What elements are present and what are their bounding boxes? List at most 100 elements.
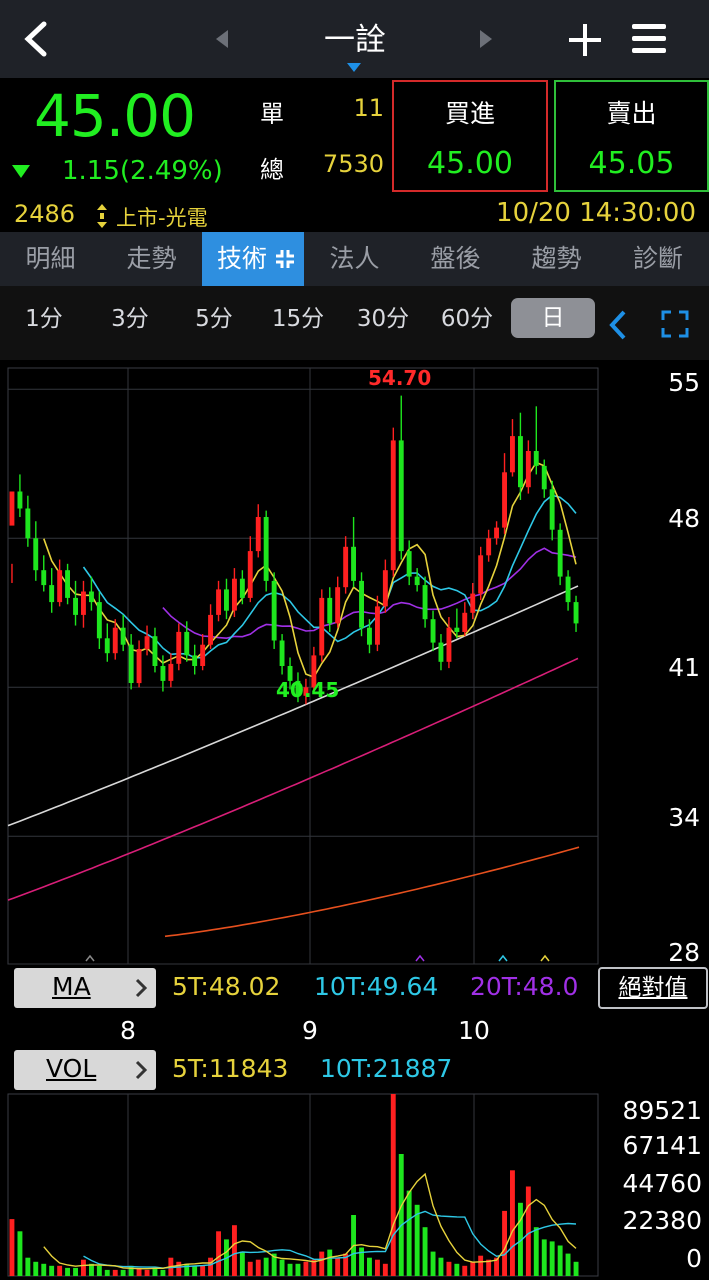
back-icon[interactable] xyxy=(14,16,58,62)
prev-stock-icon[interactable] xyxy=(208,26,234,52)
period-15min[interactable]: 15分 xyxy=(262,286,334,360)
tab-details[interactable]: 明細 xyxy=(0,232,101,286)
candle-body xyxy=(192,655,198,666)
y-tick-41: 41 xyxy=(668,653,700,682)
vol-tick-22380: 22380 xyxy=(622,1206,702,1235)
volume-bar xyxy=(239,1251,245,1276)
candle-body xyxy=(382,570,388,607)
tab-institutional[interactable]: 法人 xyxy=(304,232,405,286)
signal-caret xyxy=(415,954,425,962)
candle-body xyxy=(319,597,325,656)
volume-bar xyxy=(557,1245,563,1276)
candle-body xyxy=(414,576,420,586)
stock-code: 2486 xyxy=(14,200,76,228)
stock-title[interactable]: 一詮 xyxy=(280,14,430,59)
volume-bar xyxy=(319,1251,325,1276)
fullscreen-icon[interactable] xyxy=(661,310,689,338)
next-stock-icon[interactable] xyxy=(474,26,500,52)
ma5-value: 5T:48.02 xyxy=(172,972,281,1001)
candle-body xyxy=(557,529,563,577)
tab-diagnosis[interactable]: 診斷 xyxy=(607,232,709,286)
volume-bar xyxy=(192,1265,198,1276)
x-tick-10: 10 xyxy=(458,1016,490,1045)
period-60min[interactable]: 60分 xyxy=(430,286,504,360)
buy-button[interactable]: 買進 45.00 xyxy=(392,80,548,192)
y-tick-48: 48 xyxy=(668,504,700,533)
candle-body xyxy=(232,578,237,611)
volume-bar xyxy=(104,1269,110,1276)
ma-button[interactable]: MA xyxy=(14,968,156,1008)
volume-bar xyxy=(478,1255,484,1276)
period-30min[interactable]: 30分 xyxy=(346,286,420,360)
tab-after-hours[interactable]: 盤後 xyxy=(405,232,506,286)
period-3min[interactable]: 3分 xyxy=(94,286,166,360)
single-volume-value: 11 xyxy=(353,94,384,122)
volume-bar xyxy=(565,1253,571,1276)
vol-tick-89521: 89521 xyxy=(622,1096,702,1125)
candle-body xyxy=(128,644,134,683)
volume-bar xyxy=(73,1267,78,1276)
candle-body xyxy=(470,593,476,613)
candle-body xyxy=(367,627,372,645)
quote-panel: 45.00 1.15(2.49%) 單 11 總 7530 買進 45.00 賣… xyxy=(0,78,709,232)
vol-button[interactable]: VOL xyxy=(14,1050,156,1090)
period-5min[interactable]: 5分 xyxy=(178,286,250,360)
period-daily[interactable]: 日 xyxy=(511,298,595,338)
period-tabs: 1分 3分 5分 15分 30分 60分 日 xyxy=(0,286,709,360)
volume-bar xyxy=(375,1259,380,1276)
period-1min[interactable]: 1分 xyxy=(10,286,78,360)
volume-bar xyxy=(112,1269,118,1276)
vol-button-label: VOL xyxy=(46,1054,97,1083)
volume-bar xyxy=(216,1231,221,1276)
y-tick-55: 55 xyxy=(668,368,700,397)
candle-body xyxy=(486,538,492,556)
candle-body xyxy=(9,491,15,526)
candle-body xyxy=(160,666,166,681)
candle-body xyxy=(518,436,523,488)
tab-technical[interactable]: 技術 xyxy=(202,232,282,286)
tab-trend[interactable]: 走勢 xyxy=(101,232,202,286)
volume-bar xyxy=(295,1263,301,1276)
add-icon[interactable] xyxy=(565,20,605,60)
candle-body xyxy=(89,591,94,603)
candle-body xyxy=(549,489,555,530)
buy-label: 買進 xyxy=(444,99,495,128)
volume-bar xyxy=(462,1265,468,1276)
candle-body xyxy=(438,642,444,662)
volume-bar xyxy=(120,1269,126,1276)
vol-tick-67141: 67141 xyxy=(622,1131,702,1160)
price-change: 1.15(2.49%) xyxy=(62,156,223,186)
candle-body xyxy=(41,570,47,586)
collapse-icon[interactable] xyxy=(274,248,296,270)
candle-body xyxy=(176,631,182,664)
candle-body xyxy=(33,538,39,571)
tab-tendency[interactable]: 趨勢 xyxy=(506,232,607,286)
menu-icon[interactable] xyxy=(630,20,668,58)
volume-bar xyxy=(25,1257,31,1276)
scroll-left-icon[interactable] xyxy=(606,308,630,342)
absolute-value-button[interactable]: 絕對值 xyxy=(598,967,708,1009)
volume-bar xyxy=(510,1170,515,1276)
low-price-label: 40.45 xyxy=(276,678,340,702)
volume-bar xyxy=(144,1269,150,1276)
high-price-label: 54.70 xyxy=(368,366,432,390)
ma240-line xyxy=(164,846,580,938)
candle-body xyxy=(573,602,579,624)
volume-bar xyxy=(96,1265,102,1276)
candle-body xyxy=(335,587,341,624)
total-volume-label: 總 xyxy=(260,156,284,184)
candle-body xyxy=(49,585,55,603)
candle-body xyxy=(81,591,86,615)
sell-button[interactable]: 賣出 45.05 xyxy=(554,80,709,192)
x-tick-9: 9 xyxy=(302,1016,318,1045)
candle-body xyxy=(327,597,333,624)
technical-chart-area[interactable]: 54.70 40.45 55 48 41 34 28 MA 5T:48.02 1… xyxy=(0,360,709,1280)
candle-body xyxy=(510,436,515,473)
volume-bar xyxy=(446,1261,452,1276)
volume-bar xyxy=(176,1261,182,1276)
candle-body xyxy=(112,627,118,654)
title-dropdown-indicator-icon[interactable] xyxy=(347,58,361,72)
x-tick-8: 8 xyxy=(120,1016,136,1045)
sell-label: 賣出 xyxy=(606,99,657,128)
chevron-right-icon xyxy=(134,1060,148,1080)
